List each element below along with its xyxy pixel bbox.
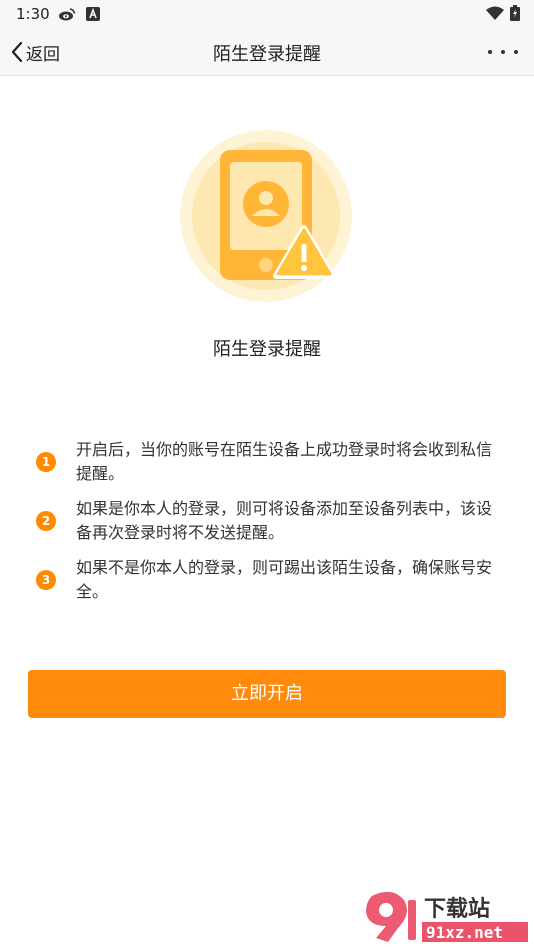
battery-charging-icon	[510, 5, 520, 21]
tip-item: 3 如果不是你本人的登录，则可踢出该陌生设备，确保账号安全。	[36, 556, 506, 604]
tip-item: 2 如果是你本人的登录，则可将设备添加至设备列表中，该设备再次登录时将不发送提醒…	[36, 497, 506, 545]
tip-text: 开启后，当你的账号在陌生设备上成功登录时将会收到私信提醒。	[76, 440, 493, 483]
more-dots-icon	[488, 50, 492, 54]
status-time: 1:30	[16, 5, 50, 23]
page-title: 陌生登录提醒	[213, 44, 321, 65]
watermark-title: 下载站	[424, 896, 490, 922]
watermark-url: 91xz.net	[426, 923, 503, 942]
tip-text: 如果不是你本人的登录，则可踢出该陌生设备，确保账号安全。	[76, 558, 493, 601]
status-system-icons	[486, 5, 520, 21]
tip-number-badge: 2	[36, 511, 56, 531]
enable-now-button[interactable]: 立即开启	[28, 670, 506, 718]
phone-warning-icon	[180, 130, 352, 302]
hero-caption: 陌生登录提醒	[213, 339, 321, 360]
app-a-icon	[86, 7, 100, 21]
status-notification-icons	[58, 7, 100, 21]
status-bar: 1:30	[0, 0, 534, 28]
tip-item: 1 开启后，当你的账号在陌生设备上成功登录时将会收到私信提醒。	[36, 438, 506, 486]
navigation-bar: 返回 陌生登录提醒	[0, 28, 534, 76]
weibo-icon	[59, 8, 76, 21]
wifi-icon	[486, 6, 504, 20]
more-options-button[interactable]	[488, 40, 518, 64]
tip-number-badge: 1	[36, 452, 56, 472]
tip-text: 如果是你本人的登录，则可将设备添加至设备列表中，该设备再次登录时将不发送提醒。	[76, 499, 493, 542]
tip-number-badge: 3	[36, 570, 56, 590]
tips-list: 1 开启后，当你的账号在陌生设备上成功登录时将会收到私信提醒。 2 如果是你本人…	[36, 438, 506, 615]
watermark-logo: 下载站 91xz.net	[366, 891, 528, 942]
